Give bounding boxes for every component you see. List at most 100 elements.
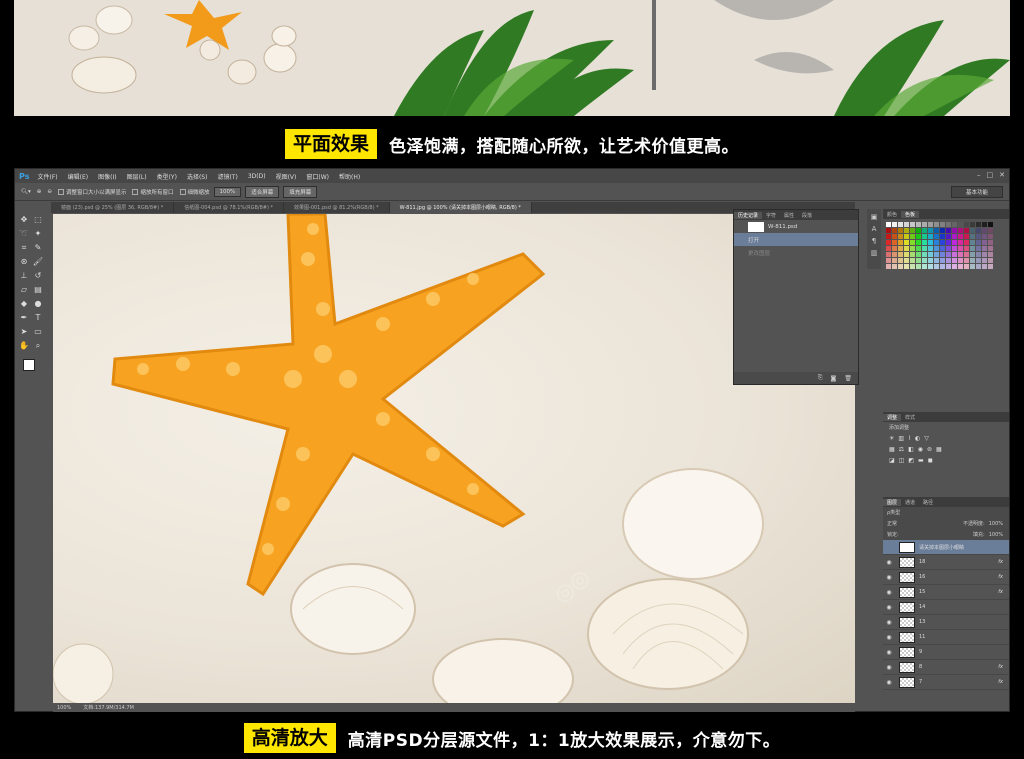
color-swatch[interactable] [982,222,987,227]
layer-row[interactable]: ◉ 16 fx [883,570,1009,585]
eyedropper-icon[interactable]: ✎ [32,242,44,254]
photo-filter-icon[interactable]: ◉ [918,446,923,453]
color-swatch[interactable] [910,228,915,233]
color-swatch[interactable] [898,258,903,263]
camera-icon[interactable]: ◙ [831,375,837,382]
marquee-tool-icon[interactable]: ⬚ [32,214,44,226]
tab-color[interactable]: 颜色 [883,211,901,218]
layer-kind-select[interactable]: ρ类型 [887,509,900,516]
color-swatch[interactable] [886,240,891,245]
new-document-icon[interactable]: ⎘ [818,374,823,382]
menu-image[interactable]: 图像(I) [98,172,116,181]
magic-wand-icon[interactable]: ✦ [32,228,44,240]
color-swatch[interactable] [928,234,933,239]
color-swatch[interactable] [946,252,951,257]
menu-view[interactable]: 视图(V) [276,172,297,181]
color-swatch[interactable] [892,228,897,233]
color-swatch[interactable] [934,264,939,269]
color-swatch[interactable] [958,228,963,233]
color-swatch[interactable] [958,264,963,269]
color-swatch[interactable] [940,246,945,251]
visibility-eye-icon[interactable]: ◉ [883,634,895,641]
history-item-open[interactable]: 打开 [734,233,858,246]
stamp-tool-icon[interactable]: ⊥ [18,270,30,282]
menu-edit[interactable]: 编辑(E) [68,172,88,181]
menu-type[interactable]: 类型(Y) [157,172,177,181]
color-swatch[interactable] [922,246,927,251]
color-swatch[interactable] [964,240,969,245]
color-swatch[interactable] [916,264,921,269]
hue-icon[interactable]: ▦ [889,446,895,453]
foreground-color-swatch[interactable] [23,359,35,371]
color-swatch[interactable] [940,240,945,245]
color-swatch[interactable] [922,252,927,257]
type-tool-icon[interactable]: T [32,312,44,324]
menu-3d[interactable]: 3D(D) [248,173,266,180]
gradient-map-icon[interactable]: ▬ [918,457,924,464]
color-swatch[interactable] [946,234,951,239]
color-swatch[interactable] [934,258,939,263]
color-swatch[interactable] [892,258,897,263]
color-swatch[interactable] [892,246,897,251]
color-swatch[interactable] [952,252,957,257]
layer-row[interactable]: ◉ 8 fx [883,660,1009,675]
menu-filter[interactable]: 滤镜(T) [217,172,237,181]
color-swatch[interactable] [982,234,987,239]
blend-mode-select[interactable]: 正常 [887,520,897,527]
color-swatch[interactable] [958,252,963,257]
color-swatch[interactable] [916,228,921,233]
doc-tab-active[interactable]: W-811.jpg @ 100% (请关掉本图层小眼睛, RGB/8) * [389,202,532,213]
levels-icon[interactable]: ▥ [898,435,904,442]
mixer-icon[interactable]: ⊚ [927,446,932,453]
hand-tool-icon[interactable]: ✋ [18,340,30,352]
color-swatch[interactable] [904,222,909,227]
color-swatch[interactable] [898,222,903,227]
color-swatch[interactable] [976,252,981,257]
color-swatch[interactable] [964,222,969,227]
layer-fx-badge[interactable]: fx [998,664,1003,670]
fill-screen-button[interactable]: 填充屏幕 [283,185,318,198]
exposure-icon[interactable]: ◐ [915,435,920,442]
color-swatch[interactable] [886,252,891,257]
brightness-icon[interactable]: ☀ [889,435,894,442]
color-swatch[interactable] [976,228,981,233]
color-swatch[interactable] [964,234,969,239]
layer-row[interactable]: ◉ 9 [883,645,1009,660]
swatches-grid[interactable] [883,219,1009,272]
layer-row[interactable]: 请关掉本图层小眼睛 [883,540,1009,555]
color-swatch[interactable] [898,240,903,245]
color-swatch[interactable] [952,240,957,245]
visibility-eye-icon[interactable]: ◉ [883,679,895,686]
layer-fx-badge[interactable]: fx [998,679,1003,685]
zoom-tool-icon[interactable]: ⌕ [32,340,44,352]
visibility-eye-icon[interactable]: ◉ [883,589,895,596]
posterize-icon[interactable]: ◫ [899,457,905,464]
layer-row[interactable]: ◉ 18 fx [883,555,1009,570]
color-swatch[interactable] [904,228,909,233]
color-swatch[interactable] [946,258,951,263]
color-swatch[interactable] [976,240,981,245]
zoom-out-icon[interactable]: ⊖ [47,189,52,195]
visibility-eye-icon[interactable]: ◉ [883,559,895,566]
menu-file[interactable]: 文件(F) [37,172,57,181]
opacity-value[interactable]: 100% [989,521,1003,527]
color-swatch[interactable] [952,234,957,239]
invert-icon[interactable]: ◪ [889,457,895,464]
color-swatch[interactable] [970,246,975,251]
vibrance-icon[interactable]: ▽ [924,435,929,442]
close-icon[interactable]: ✕ [999,171,1005,179]
color-swatch[interactable] [988,222,993,227]
color-swatch[interactable] [898,246,903,251]
menu-help[interactable]: 帮助(H) [339,172,360,181]
color-swatch[interactable] [988,264,993,269]
color-swatch[interactable] [922,228,927,233]
color-swatch[interactable] [934,240,939,245]
color-swatch[interactable] [916,222,921,227]
maximize-icon[interactable]: □ [987,171,994,179]
curves-icon[interactable]: ⌇ [908,435,911,442]
color-swatch[interactable] [940,222,945,227]
color-swatch[interactable] [910,246,915,251]
visibility-eye-icon[interactable]: ◉ [883,664,895,671]
color-swatch[interactable] [922,258,927,263]
color-swatch[interactable] [988,240,993,245]
